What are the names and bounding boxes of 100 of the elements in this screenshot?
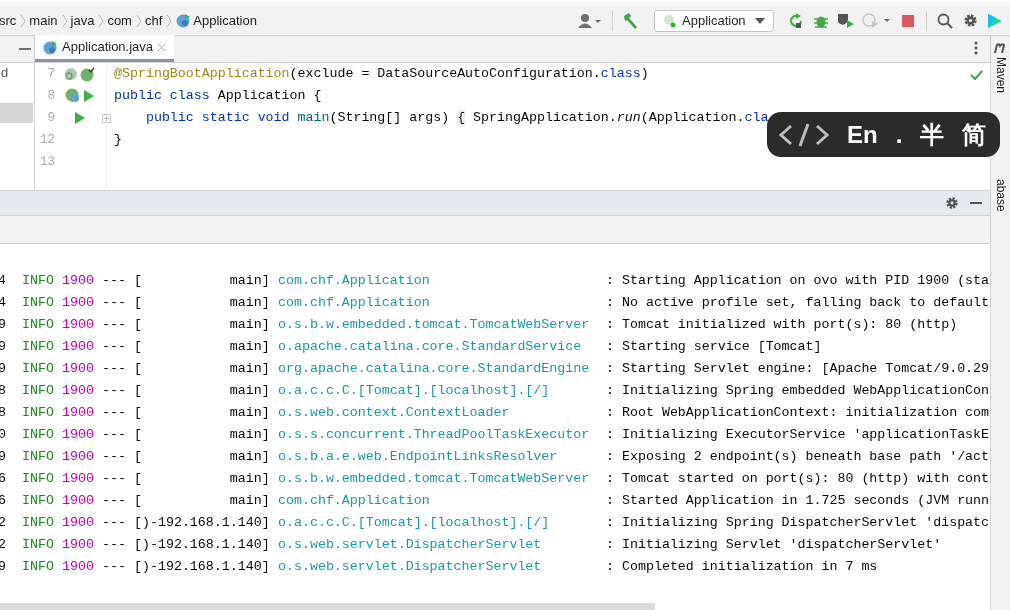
thread-name: [ main] xyxy=(134,492,271,511)
checkmark-icon[interactable] xyxy=(970,70,983,80)
thread-name: [ main] xyxy=(134,360,271,379)
logger-name: com.chf.Application xyxy=(278,492,431,511)
log-message: No active profile set, falling back to default xyxy=(622,294,990,313)
log-level: INFO xyxy=(22,536,55,555)
spring-class-icon[interactable] xyxy=(64,88,81,104)
log-message: Root WebApplicationContext: initialization com xyxy=(622,404,990,423)
breadcrumb-item[interactable]: chf xyxy=(144,10,163,31)
maven-icon[interactable] xyxy=(993,42,1008,54)
run-configuration-dropdown[interactable]: Application xyxy=(654,9,774,32)
tool-window-button[interactable]: abase xyxy=(991,179,1010,212)
thread-name: [)-192.168.1.140] xyxy=(134,536,271,555)
breadcrumb-item[interactable]: com xyxy=(107,10,132,31)
process-id: 1900 xyxy=(62,338,95,357)
breadcrumb-item[interactable]: main xyxy=(29,10,58,31)
log-level: INFO xyxy=(22,382,55,401)
logger-name: o.a.c.c.C.[Tomcat].[localhost].[/] xyxy=(278,382,551,401)
thread-name: [ main] xyxy=(134,338,271,357)
horizontal-scrollbar[interactable] xyxy=(0,603,655,610)
chevron-icon xyxy=(98,13,105,28)
log-level: INFO xyxy=(22,492,55,511)
logger-name: o.s.b.w.embedded.tomcat.TomcatWebServer xyxy=(278,316,591,335)
log-separator: --- xyxy=(102,558,127,577)
breadcrumb-item[interactable]: java xyxy=(70,10,95,31)
log-separator: --- xyxy=(102,426,127,445)
process-id: 1900 xyxy=(62,316,95,335)
log-message: Initializing Spring DispatcherServlet 'dispatc xyxy=(622,514,990,533)
code-icon[interactable] xyxy=(779,121,829,148)
log-separator: --- xyxy=(102,448,127,467)
log-separator: --- xyxy=(102,338,127,357)
code-line: public static void main(String[] args) { SpringApplication.run(Application.cla xyxy=(144,109,769,128)
input-method-toolbar[interactable]: En . 半 简 xyxy=(767,112,1000,157)
log-message: Initializing Spring embedded WebApplicationCon xyxy=(622,382,990,401)
run-icon[interactable] xyxy=(82,90,94,102)
process-id: 1900 xyxy=(62,558,95,577)
more-options-icon[interactable] xyxy=(974,41,978,55)
line-number: 12 xyxy=(39,131,55,149)
thread-name: [ main] xyxy=(134,448,271,467)
logger-name: org.apache.catalina.core.StandardEngine xyxy=(278,360,591,379)
chevron-icon xyxy=(61,13,68,28)
log-colon: : xyxy=(606,338,615,357)
log-colon: : xyxy=(606,448,615,467)
thread-name: [ main] xyxy=(134,404,271,423)
spring-icon[interactable] xyxy=(80,66,95,82)
log-level: INFO xyxy=(22,448,55,467)
tool-window-button[interactable]: Maven xyxy=(991,57,1010,94)
logger-name: o.a.c.c.C.[Tomcat].[localhost].[/] xyxy=(278,514,551,533)
thread-name: [ main] xyxy=(134,382,271,401)
input-mode-toggle[interactable]: En xyxy=(847,122,878,147)
log-colon: : xyxy=(606,514,615,533)
project-tree-item[interactable]: d xyxy=(1,63,9,83)
editor-tab[interactable]: Application.java xyxy=(35,35,175,62)
log-colon: : xyxy=(606,272,615,291)
run-icon[interactable] xyxy=(73,112,85,124)
log-colon: : xyxy=(606,536,615,555)
log-separator: --- xyxy=(102,272,127,291)
logger-name: o.s.web.context.ContextLoader xyxy=(278,404,511,423)
fold-icon[interactable] xyxy=(102,113,111,123)
log-colon: : xyxy=(606,470,615,489)
settings-icon[interactable] xyxy=(945,196,959,210)
log-colon: : xyxy=(606,294,615,313)
breadcrumb-item[interactable]: Application xyxy=(193,10,257,31)
chevron-icon xyxy=(135,13,142,28)
log-separator: --- xyxy=(102,470,127,489)
process-id: 1900 xyxy=(62,404,95,423)
process-id: 1900 xyxy=(62,448,95,467)
log-message: Starting Application on ovo with PID 1900 (sta xyxy=(622,272,990,291)
thread-name: [)-192.168.1.140] xyxy=(134,558,271,577)
code-line: @SpringBootApplication(exclude = DataSourceAutoConfiguration.class) xyxy=(114,65,649,84)
log-message: Starting Servlet engine: [Apache Tomcat/9.0.29 xyxy=(622,360,990,379)
class-icon xyxy=(176,13,192,28)
log-level: INFO xyxy=(22,470,55,489)
breadcrumb-item[interactable]: src xyxy=(0,10,17,31)
thread-name: [ main] xyxy=(134,316,271,335)
line-number: 9 xyxy=(46,109,55,127)
input-mode-toggle[interactable]: 简 xyxy=(962,122,987,147)
log-level: INFO xyxy=(22,338,55,357)
log-message: Tomcat started on port(s): 80 (http) with cont xyxy=(622,470,990,489)
logger-name: com.chf.Application xyxy=(278,272,431,291)
log-separator: --- xyxy=(102,382,127,401)
log-separator: --- xyxy=(102,492,127,511)
input-mode-toggle[interactable]: 半 xyxy=(920,122,945,147)
log-separator: --- xyxy=(102,360,127,379)
input-mode-toggle[interactable]: . xyxy=(895,122,903,147)
log-separator: --- xyxy=(102,316,127,335)
log-colon: : xyxy=(606,404,615,423)
logger-name: o.s.web.servlet.DispatcherServlet xyxy=(278,536,543,555)
process-id: 1900 xyxy=(62,426,95,445)
chevron-icon xyxy=(166,13,173,28)
close-icon[interactable] xyxy=(157,42,167,52)
log-colon: : xyxy=(606,492,615,511)
chevron-icon xyxy=(20,13,27,28)
spring-run-icon xyxy=(663,13,677,28)
line-number: 8 xyxy=(46,87,55,105)
log-colon: : xyxy=(606,316,615,335)
logger-name: o.apache.catalina.core.StandardService xyxy=(278,338,583,357)
log-separator: --- xyxy=(102,404,127,423)
log-colon: : xyxy=(606,426,615,445)
log-level: INFO xyxy=(22,272,55,291)
